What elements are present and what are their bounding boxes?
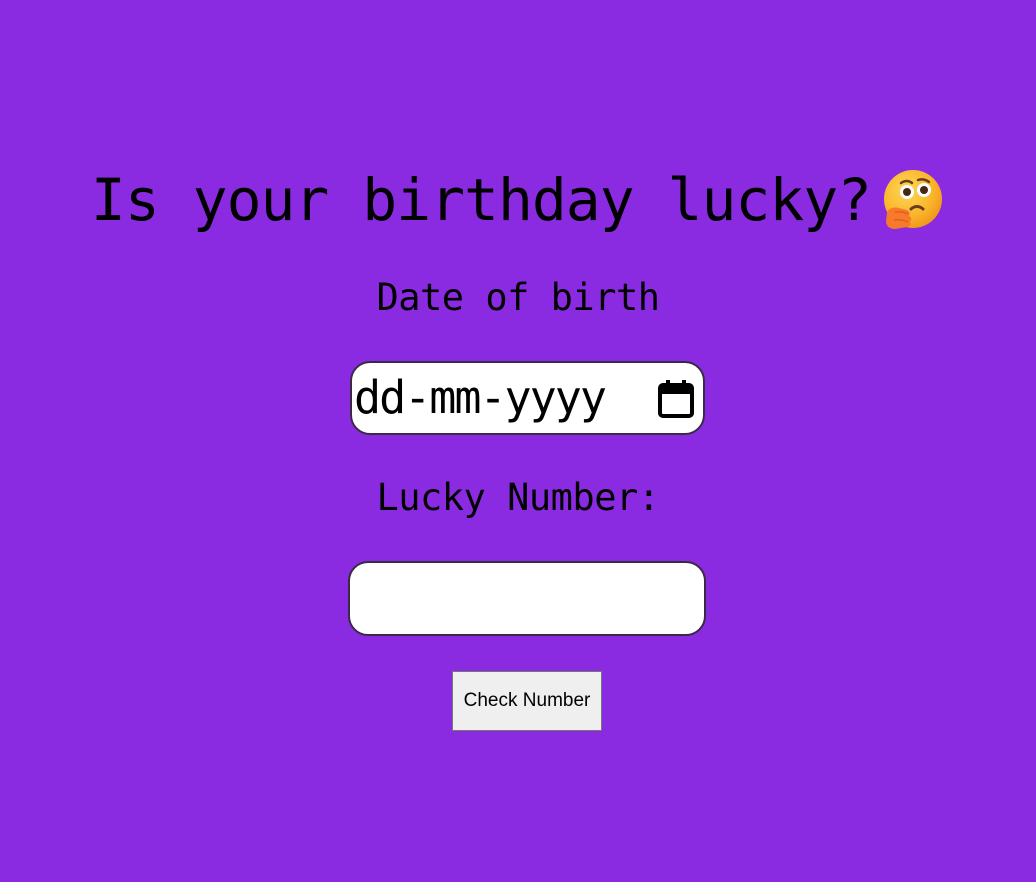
- thinking-face-icon: [881, 168, 945, 232]
- date-of-birth-input[interactable]: dd-mm-yyyy: [350, 361, 705, 435]
- lucky-number-label: Lucky Number:: [376, 476, 660, 519]
- check-number-button[interactable]: Check Number: [452, 671, 602, 731]
- page-title: Is your birthday lucky?: [90, 166, 872, 234]
- page: Is your birthday lucky? Date of birth dd…: [0, 0, 1036, 882]
- title-row: Is your birthday lucky?: [0, 166, 1036, 234]
- calendar-icon[interactable]: [657, 379, 695, 419]
- lucky-number-input[interactable]: [348, 561, 706, 636]
- date-placeholder: dd-mm-yyyy: [354, 371, 607, 424]
- dob-label: Date of birth: [376, 276, 660, 319]
